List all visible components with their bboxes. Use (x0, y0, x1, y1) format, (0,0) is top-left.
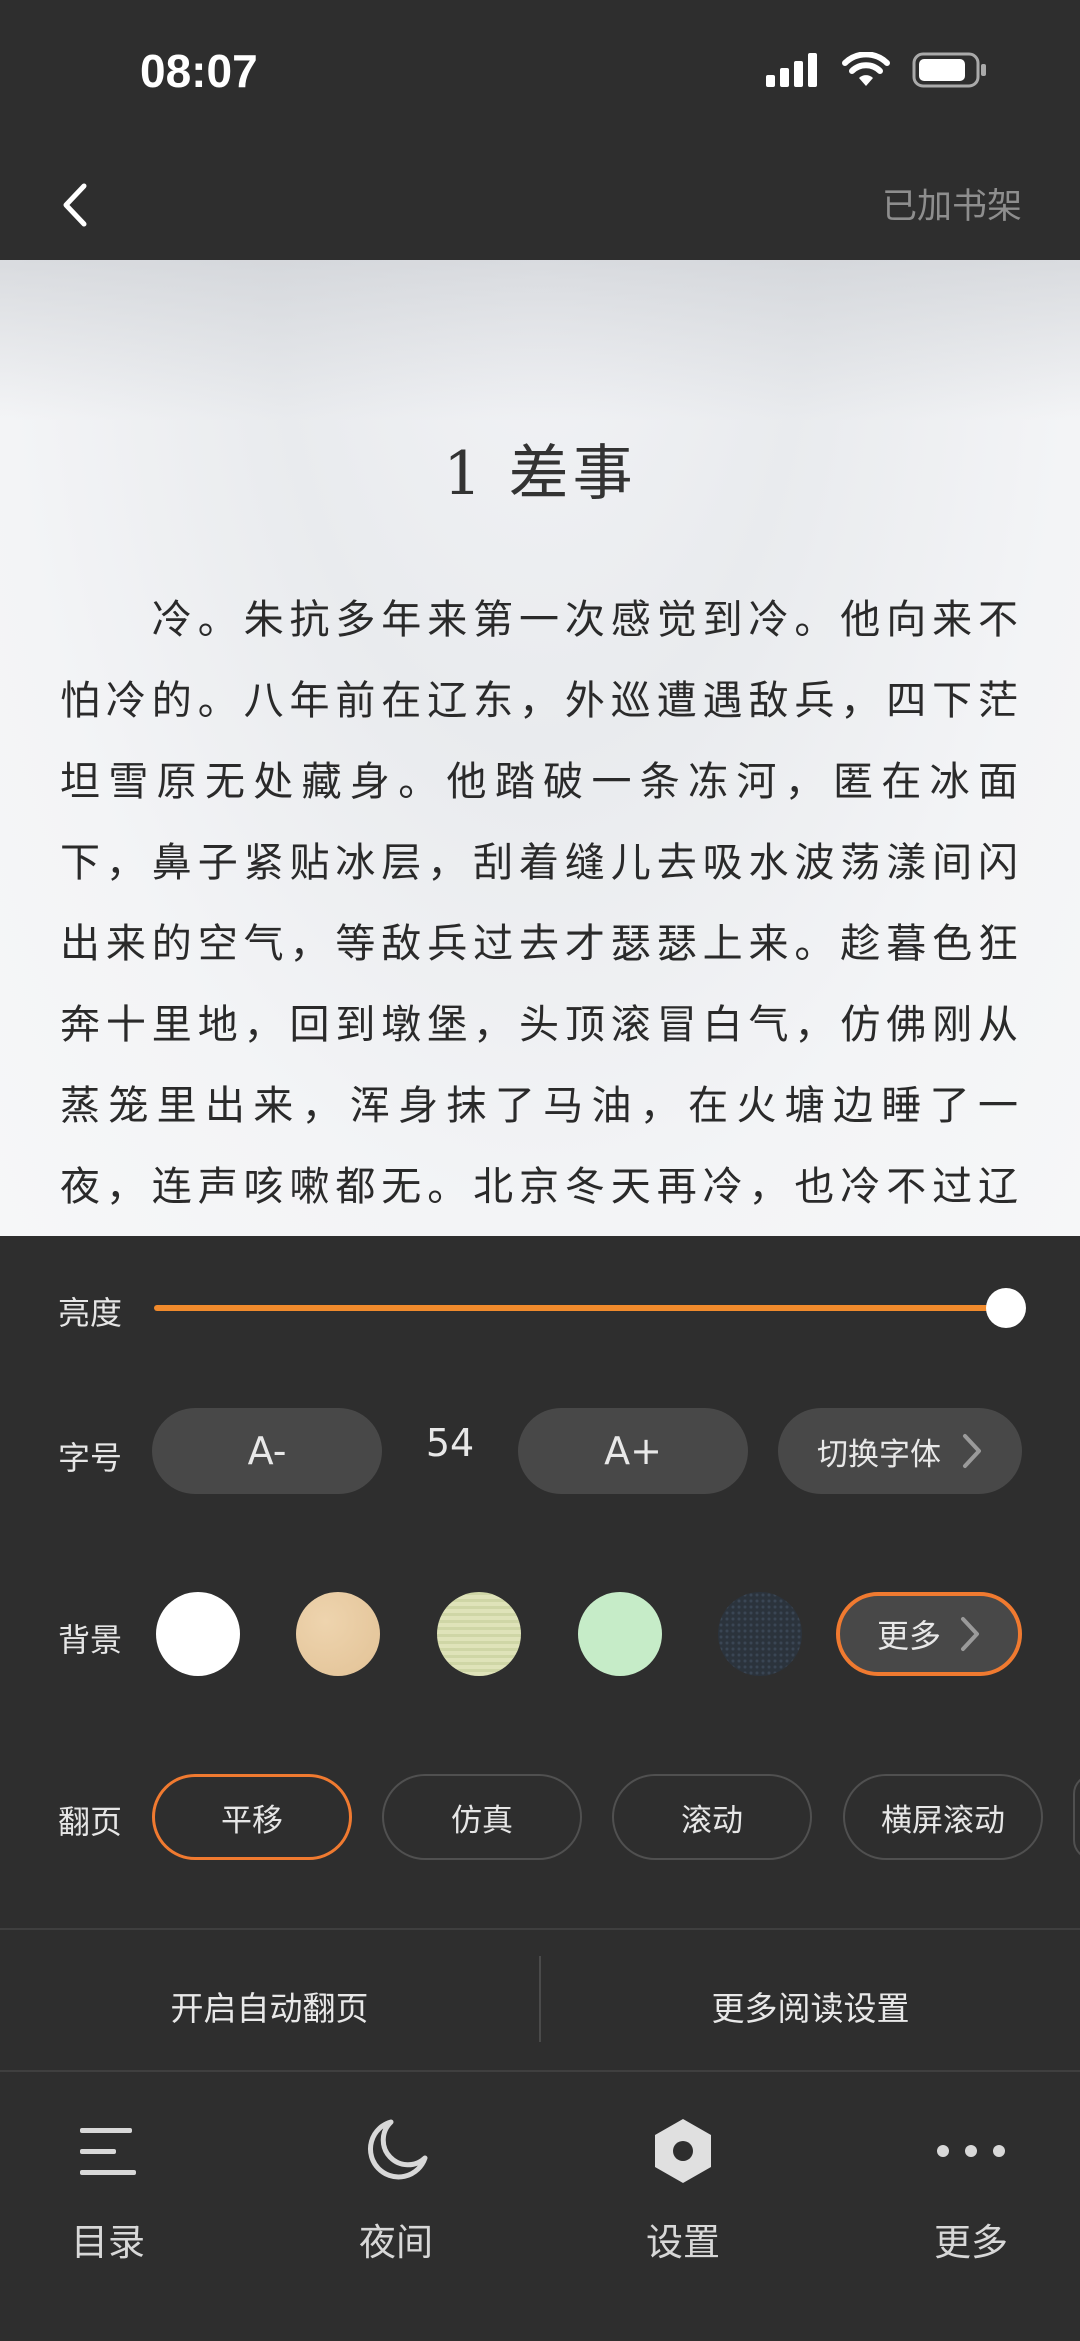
tab-more[interactable]: 更多 (871, 2116, 1071, 2266)
tab-settings-label: 设置 (646, 2221, 720, 2264)
moon-icon (368, 2119, 428, 2180)
chapter-title: 1 差事 (443, 439, 637, 509)
more-dots-icon (937, 2145, 1005, 2157)
reading-settings-panel: 亮度 字号 A- 54 A+ 切换字体 背景 更多 翻页 平移 仿真 滚动 横屏… (0, 1236, 1080, 2341)
page-turn-option-slide[interactable]: 平移 (152, 1774, 352, 1860)
font-size-label: 字号 (58, 1439, 123, 1477)
brightness-label: 亮度 (58, 1294, 123, 1332)
hexagon-settings-icon (655, 2119, 711, 2183)
page-turn-option-scroll[interactable]: 滚动 (612, 1774, 812, 1860)
more-reading-settings-button[interactable]: 更多阅读设置 (541, 1982, 1080, 2030)
back-button[interactable] (40, 170, 110, 240)
divider (0, 1928, 1080, 1930)
chapter-body: 冷。朱抗多年来第一次感觉到冷。他向来不怕冷的。八年前在辽东，外巡遭遇敌兵，四下茫… (60, 597, 1022, 1210)
reading-page[interactable]: 1 差事 冷。朱抗多年来第一次感觉到冷。他向来不怕冷的。八年前在辽东，外巡遭遇敌… (0, 260, 1080, 1236)
signal-icon (766, 53, 817, 87)
background-swatch-paper[interactable] (296, 1592, 380, 1676)
switch-font-button[interactable]: 切换字体 (778, 1408, 1022, 1494)
divider (0, 2070, 1080, 2072)
status-icons (766, 52, 988, 88)
top-nav: 已加书架 (0, 150, 1080, 260)
tab-catalog-label: 目录 (71, 2221, 145, 2264)
added-to-shelf-label[interactable]: 已加书架 (882, 178, 1022, 229)
tab-night-mode[interactable]: 夜间 (296, 2116, 496, 2266)
page-turn-option-landscape-scroll[interactable]: 横屏滚动 (843, 1774, 1043, 1860)
background-label: 背景 (58, 1621, 123, 1659)
battery-icon (912, 52, 986, 88)
chevron-right-icon (961, 1617, 979, 1651)
chevron-left-icon (63, 183, 87, 227)
chevron-right-icon (963, 1434, 981, 1468)
more-backgrounds-button[interactable]: 更多 (836, 1592, 1022, 1676)
status-bar: 08:07 (0, 0, 1080, 150)
tab-catalog[interactable]: 目录 (8, 2116, 208, 2266)
tab-settings[interactable]: 设置 (583, 2116, 783, 2266)
increase-font-button[interactable]: A+ (518, 1408, 748, 1494)
auto-flip-button[interactable]: 开启自动翻页 (0, 1982, 539, 2030)
more-backgrounds-label: 更多 (876, 1617, 941, 1655)
list-icon (80, 2128, 136, 2175)
page-turn-option-simulation[interactable]: 仿真 (382, 1774, 582, 1860)
background-swatch-white[interactable] (156, 1592, 240, 1676)
switch-font-label: 切换字体 (817, 1436, 941, 1473)
brightness-slider-thumb[interactable] (986, 1288, 1026, 1328)
decrease-font-button[interactable]: A- (152, 1408, 382, 1494)
font-size-value: 54 (425, 1421, 475, 1465)
status-time: 08:07 (140, 45, 258, 97)
tab-night-mode-label: 夜间 (359, 2221, 433, 2264)
tab-more-label: 更多 (934, 2221, 1008, 2264)
background-swatch-khaki[interactable] (437, 1592, 521, 1676)
page-turn-label: 翻页 (58, 1803, 123, 1841)
wifi-icon (842, 52, 890, 86)
page-turn-option-overflow[interactable] (1073, 1774, 1080, 1860)
brightness-slider-track[interactable] (154, 1305, 1008, 1311)
background-swatch-green[interactable] (578, 1592, 662, 1676)
background-swatch-dark[interactable] (718, 1592, 802, 1676)
